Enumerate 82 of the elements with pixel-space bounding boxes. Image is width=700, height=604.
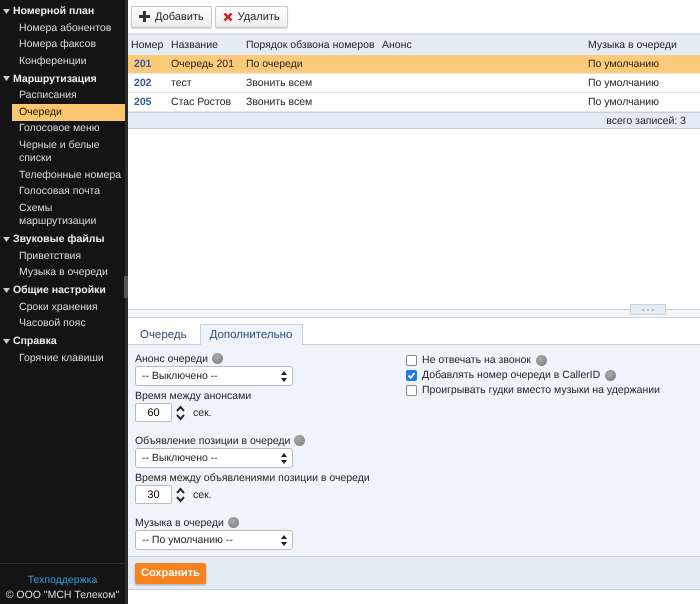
toolbar-button[interactable]: Добавить — [131, 6, 212, 28]
help-icon[interactable] — [228, 517, 239, 528]
field-label: Время между анонсами — [135, 390, 252, 402]
menu-group-label[interactable]: Общие настройки — [13, 284, 106, 296]
dropdown[interactable]: -- По умолчанию -- — [135, 530, 293, 550]
sort-arrows-icon — [281, 370, 287, 382]
table-cell-text: 201 — [133, 58, 153, 70]
menu-item[interactable]: Номера абонентов — [12, 20, 125, 36]
menu-item[interactable]: Сроки хранения — [12, 299, 125, 316]
checkbox-label: Не отвечать на звонок — [422, 354, 531, 366]
column-header[interactable]: Музыка в очереди — [585, 39, 700, 51]
checkbox-label: Проигрывать гудки вместо музыки на удержании — [422, 384, 660, 396]
menu-group-label[interactable]: Справка — [13, 335, 57, 347]
table-cell-text: Стас Ростов — [170, 96, 232, 108]
menu-group-label[interactable]: Номерной план — [13, 5, 94, 17]
checkbox[interactable] — [406, 384, 417, 396]
column-header[interactable]: Номер — [128, 39, 168, 51]
unit-label: сек. — [193, 406, 212, 418]
tab[interactable]: Дополнительно — [200, 324, 304, 345]
column-header[interactable]: Анонс — [379, 39, 585, 51]
menu-group-label[interactable]: Звуковые файлы — [13, 233, 104, 245]
number-field[interactable]: 60 — [135, 403, 172, 422]
field-label: Время между объявлениями позиции в очереди — [135, 472, 370, 484]
sort-arrows-icon — [281, 452, 287, 464]
menu-item[interactable]: Схемы маршрутизации — [12, 200, 125, 230]
menu-item[interactable]: Телефонные номера — [12, 167, 125, 184]
table-cell-text: По умолчанию — [587, 58, 660, 70]
menu-item[interactable]: Очереди — [12, 104, 125, 120]
cross-icon — [222, 12, 233, 22]
table-cell-text: тест — [170, 77, 193, 89]
dropdown[interactable]: -- Выключено -- — [135, 366, 293, 386]
tab[interactable]: Очередь — [130, 324, 198, 345]
plus-icon — [139, 11, 150, 22]
menu-item[interactable]: Часовой пояс — [12, 316, 125, 332]
table-cell-text: Очередь 201 — [170, 58, 235, 70]
help-icon[interactable] — [605, 370, 616, 380]
menu-item[interactable]: Конференции — [12, 53, 125, 70]
spinner-icon[interactable] — [176, 404, 185, 420]
field-label: Объявление позиции в очереди — [135, 434, 290, 446]
field-label: Анонс очереди — [135, 352, 208, 364]
menu-item[interactable]: Музыка в очереди — [12, 264, 125, 281]
checkbox-label: Добавлять номер очереди в CallerID — [422, 369, 600, 381]
table-row[interactable]: 201 Очередь 201 По очереди По умолчанию — [128, 55, 700, 74]
caret-down-icon[interactable] — [3, 76, 10, 81]
menu-item[interactable]: Голосовая почта — [12, 184, 125, 200]
table-cell-text: 205 — [133, 96, 153, 108]
splitter-handle[interactable] — [630, 304, 666, 315]
caret-down-icon[interactable] — [3, 288, 10, 292]
help-icon[interactable] — [294, 435, 306, 446]
unit-label: сек. — [193, 488, 212, 500]
caret-down-icon[interactable] — [3, 236, 10, 242]
support-link[interactable]: Техподдержка — [28, 574, 98, 586]
menu-group-label[interactable]: Маршрутизация — [13, 72, 97, 84]
number-field[interactable]: 30 — [135, 485, 172, 504]
menu-item[interactable]: Расписания — [12, 88, 125, 104]
menu-item[interactable]: Номера факсов — [12, 36, 125, 53]
table-cell-text: 202 — [133, 77, 153, 89]
table-cell-text: Звонить всем — [245, 96, 314, 108]
table-cell-text: По умолчанию — [587, 96, 660, 108]
record-count: всего записей: 3 — [606, 114, 686, 126]
spinner-icon[interactable] — [176, 486, 185, 502]
checkbox[interactable] — [406, 354, 417, 366]
table-cell-text: По очереди — [245, 58, 304, 70]
column-header[interactable]: Порядок обзвона номеров — [243, 39, 379, 51]
copyright-text: © ООО "МСН Телеком" — [6, 589, 120, 601]
caret-down-icon[interactable] — [3, 8, 10, 14]
checkbox[interactable] — [406, 370, 417, 380]
help-icon[interactable] — [212, 353, 223, 364]
menu-item[interactable]: Горячие клавиши — [12, 350, 125, 366]
column-header[interactable]: Название — [168, 39, 243, 51]
menu-item[interactable]: Черные и белые списки — [12, 137, 125, 167]
help-icon[interactable] — [536, 354, 547, 366]
menu-item[interactable]: Голосовое меню — [12, 120, 125, 137]
sort-arrows-icon — [281, 534, 287, 546]
table-cell-text: Звонить всем — [245, 77, 314, 89]
splitter-handle[interactable] — [124, 276, 128, 298]
field-label: Музыка в очереди — [135, 516, 224, 528]
caret-down-icon[interactable] — [3, 338, 10, 344]
table-cell-text: По умолчанию — [587, 77, 660, 89]
dropdown[interactable]: -- Выключено -- — [135, 448, 293, 468]
toolbar-button[interactable]: Удалить — [214, 6, 288, 28]
menu-item[interactable]: Приветствия — [12, 248, 125, 264]
